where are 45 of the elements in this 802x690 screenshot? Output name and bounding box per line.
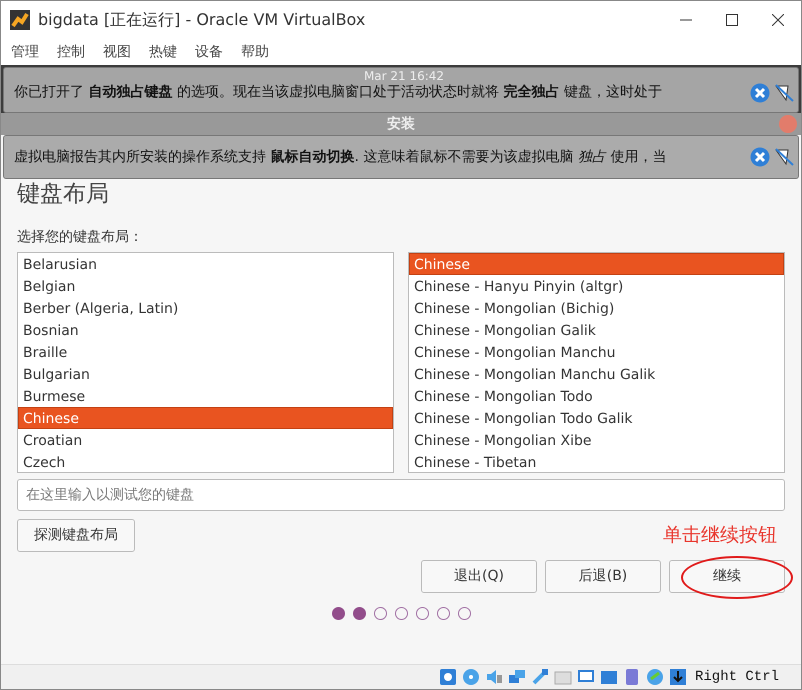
notification-text: 你已打开了 自动独占键盘 的选项。现在当该虚拟电脑窗口处于活动状态时就将 完全独占 键盘，这时处于 (14, 82, 662, 102)
layout-item[interactable]: Berber (Algeria, Latin) (18, 296, 393, 319)
layout-item[interactable]: Bosnian (18, 318, 393, 341)
layout-item[interactable]: Bulgarian (18, 362, 393, 385)
installer-title: 安装 (387, 114, 415, 134)
dialog-button[interactable]: 后退(B) (545, 560, 661, 593)
host-key-label: Right Ctrl (694, 668, 779, 686)
layout-item[interactable]: Chinese - Tibetan (409, 450, 784, 472)
page-heading: 键盘布局 (17, 181, 110, 209)
layout-item[interactable]: Chinese - Mongolian (Bichig) (409, 296, 784, 319)
optical-disc-icon[interactable] (460, 667, 481, 687)
layout-item[interactable]: Chinese - Mongolian Galik (409, 318, 784, 341)
layout-item[interactable]: Czech (18, 450, 393, 472)
menu-item[interactable]: 控制 (55, 42, 93, 62)
maximize-icon[interactable] (726, 14, 738, 26)
menu-item[interactable]: 设备 (193, 42, 231, 62)
detect-layout-button[interactable]: 探测键盘布局 (17, 518, 135, 552)
layout-item[interactable]: Chinese (18, 406, 393, 429)
app-logo-icon (10, 10, 30, 30)
layout-item[interactable]: Chinese (409, 252, 784, 275)
layout-item[interactable]: Burmese (18, 384, 393, 407)
layout-item[interactable]: Chinese - Mongolian Manchu Galik (409, 362, 784, 385)
layout-item[interactable]: Belarusian (18, 252, 393, 275)
dialog-button[interactable]: 继续 (669, 560, 785, 593)
clock-text: Mar 21 16:42 (364, 70, 444, 82)
menu-item[interactable]: 视图 (101, 42, 139, 62)
layout-item[interactable]: Croatian (18, 428, 393, 451)
layout-item[interactable]: Braille (18, 340, 393, 363)
menu-item[interactable]: 管理 (9, 42, 47, 62)
mouse-pointer-off-icon[interactable] (774, 82, 794, 102)
layout-item[interactable]: Chinese - Mongolian Manchu (409, 340, 784, 363)
layout-item[interactable]: Chinese - Mongolian Todo (409, 384, 784, 407)
layout-item[interactable]: Chinese - Mongolian Xibe (409, 428, 784, 451)
layout-item[interactable]: Belgian (18, 274, 393, 297)
window-title: bigdata [正在运行] - Oracle VM VirtualBox (38, 9, 366, 31)
menu-item[interactable]: 热键 (147, 42, 185, 62)
layout-item[interactable]: Chinese - Hanyu Pinyin (altgr) (409, 274, 784, 297)
dialog-button[interactable]: 退出(Q) (421, 560, 537, 593)
notification-text: 虚拟电脑报告其内所安装的操作系统支持 鼠标自动切换. 这意味着鼠标不需要为该虚拟电脑 独占 使用，当 (14, 148, 666, 166)
menu-item[interactable]: 帮助 (239, 42, 277, 62)
keyboard-test-field[interactable]: 在这里输入以测试您的键盘 (17, 478, 785, 511)
layout-item[interactable]: Chinese - Mongolian Todo Galik (409, 406, 784, 429)
mouse-pointer-off-icon[interactable] (774, 147, 794, 167)
annotation-text: 单击继续按钮 (663, 522, 777, 548)
layout-prompt: 选择您的键盘布局： (17, 228, 144, 247)
